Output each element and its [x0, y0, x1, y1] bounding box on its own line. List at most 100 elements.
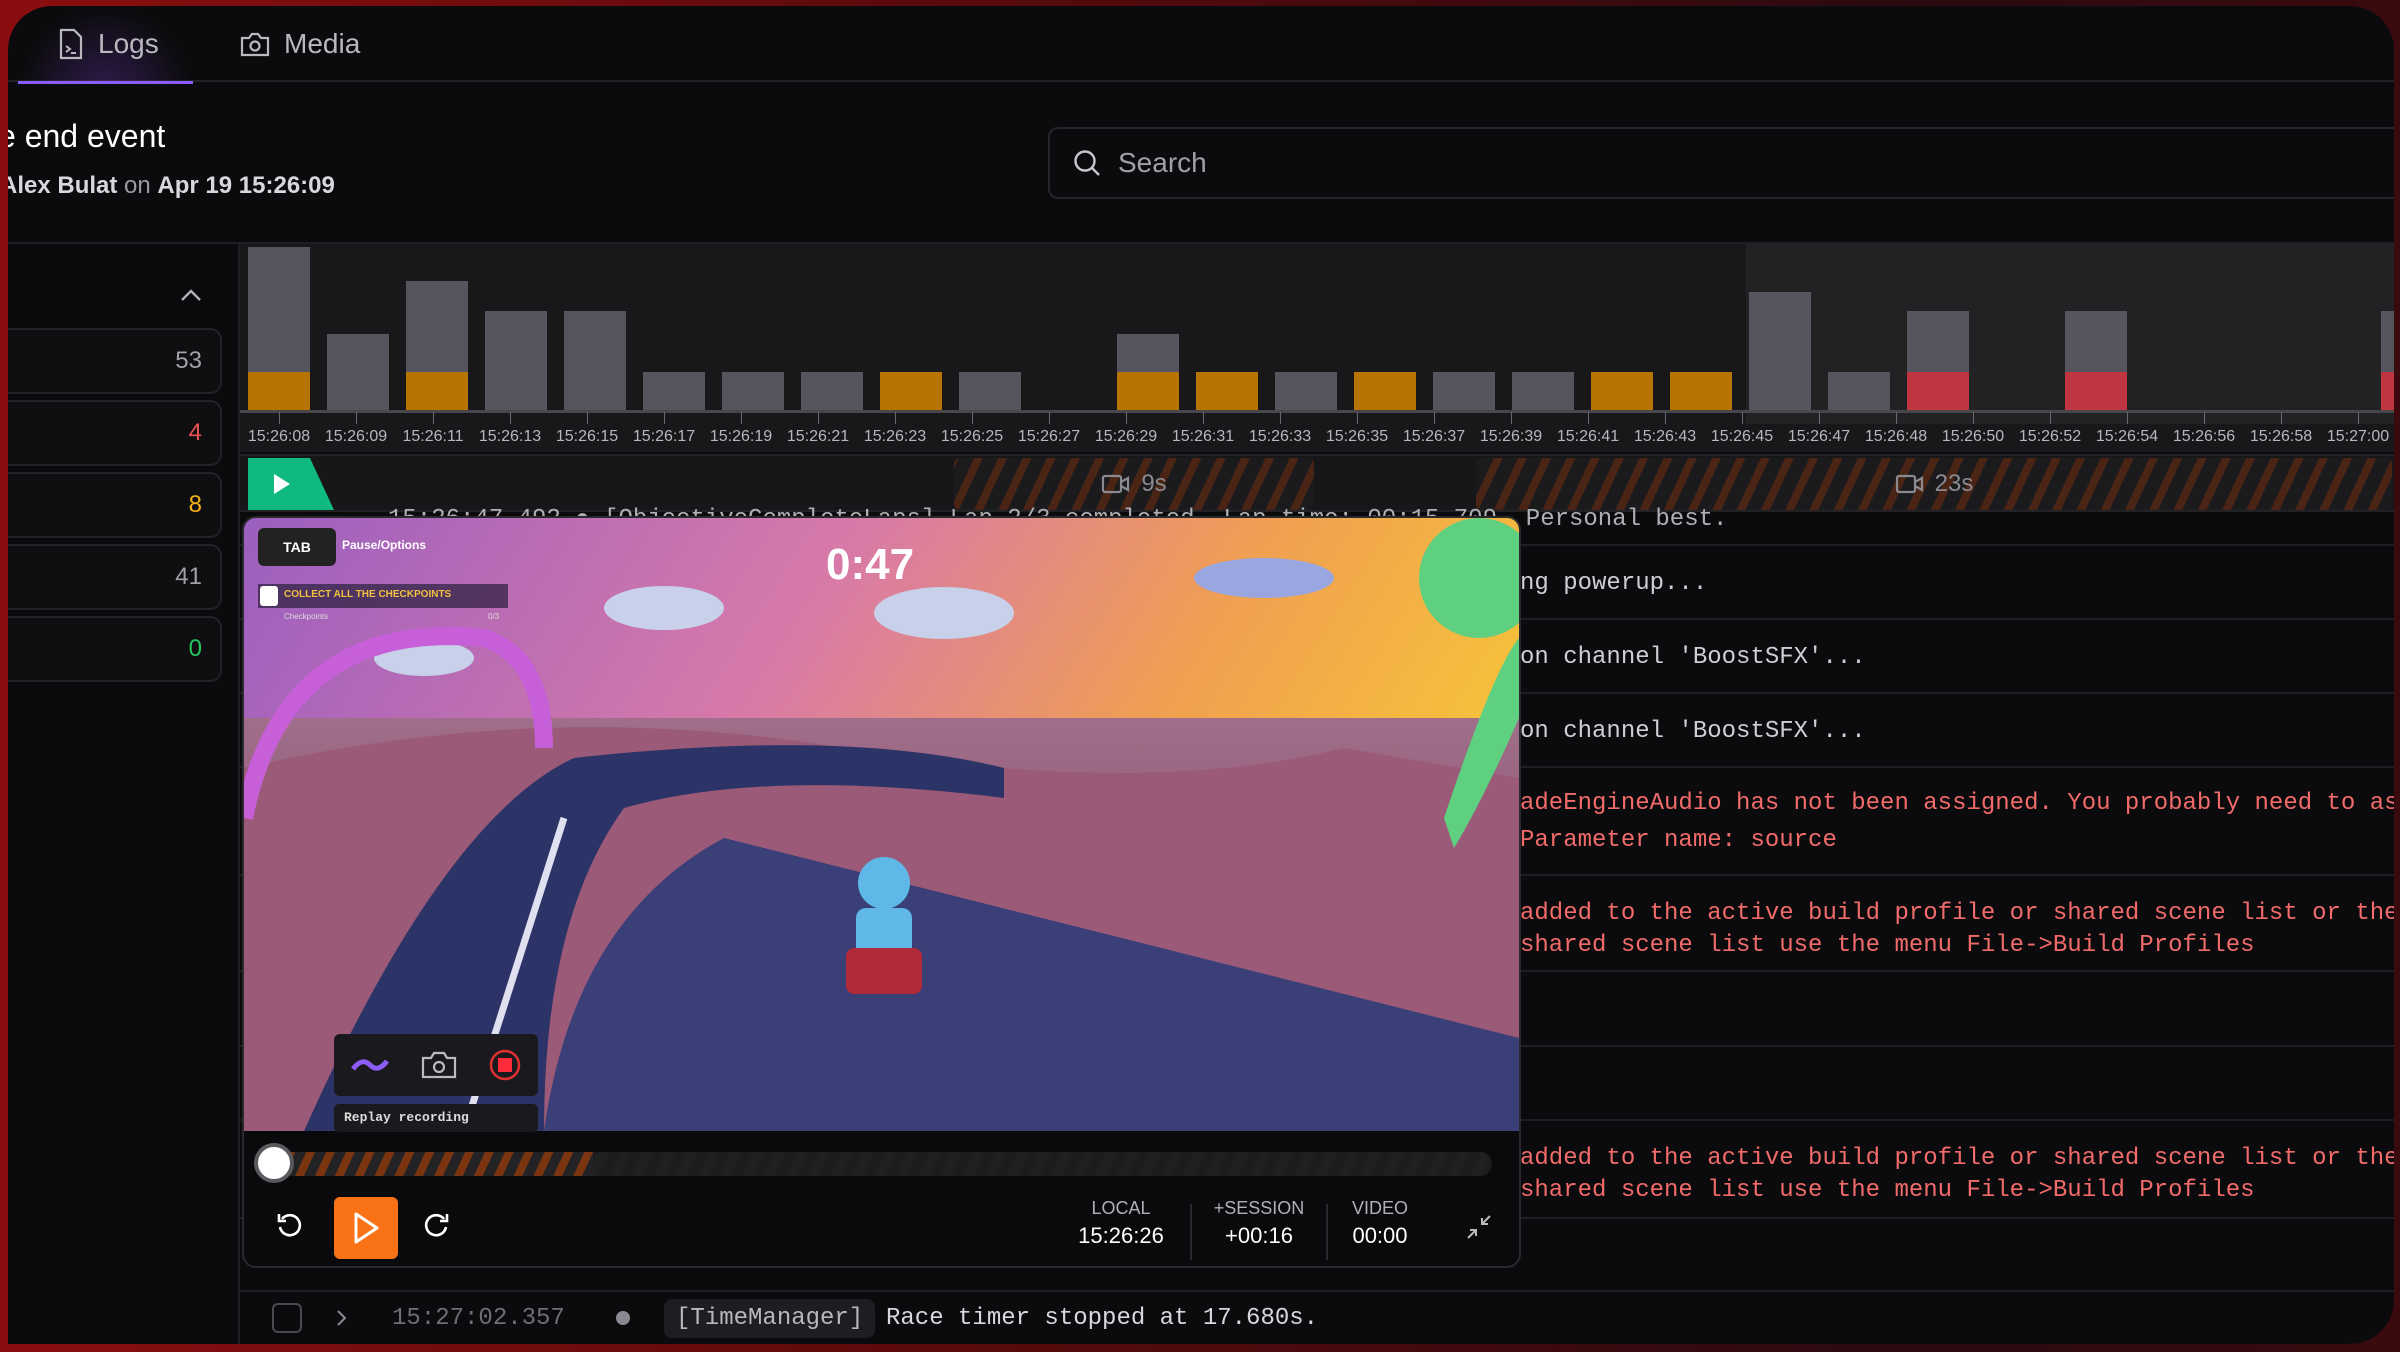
x-tick-label: 15:26:11 [402, 428, 464, 445]
histogram-bar[interactable] [801, 372, 863, 410]
level-filter-card[interactable]: 8 [8, 472, 222, 538]
wave-icon [350, 1059, 389, 1071]
histogram-bar[interactable] [1512, 372, 1574, 410]
chevron-right-icon[interactable] [336, 1309, 348, 1327]
histogram-bar[interactable] [485, 311, 547, 410]
hud-tab-hint: Pause/Options [342, 538, 427, 552]
camera-icon [240, 32, 270, 57]
log-tag: [TimeManager] [664, 1298, 876, 1338]
log-row[interactable]: 15:27:02.357 [TimeManager] Race timer st… [240, 1292, 2394, 1344]
x-tick-label: 15:26:54 [2095, 428, 2159, 445]
chevron-up-icon[interactable] [180, 288, 202, 302]
level-filter-card[interactable]: 41 [8, 544, 222, 610]
x-tick-label: 15:26:50 [1941, 428, 2005, 445]
level-count: 41 [175, 563, 202, 590]
x-tick [510, 412, 511, 424]
level-count: 0 [188, 635, 202, 662]
tab-media[interactable]: Media [240, 6, 360, 82]
histogram-bar[interactable] [1591, 372, 1653, 410]
rotate-cw-icon [424, 1213, 449, 1237]
histogram-bar[interactable] [406, 280, 468, 372]
level-filter-card[interactable]: 0 [8, 616, 222, 682]
log-histogram[interactable]: 15:26:08 15:26:09 15:26:11 15:26:13 15:26:15… [240, 244, 2394, 452]
histogram-bar[interactable] [2065, 311, 2127, 372]
stop-record-icon [490, 1049, 521, 1081]
x-tick-label: 15:26:47 [1787, 428, 1851, 445]
x-tick-label: 15:26:27 [1017, 428, 1081, 445]
search-box[interactable] [1048, 127, 2394, 199]
histogram-bar[interactable] [248, 246, 310, 372]
x-tick-label: 15:26:52 [2018, 428, 2082, 445]
divider [1326, 1204, 1328, 1260]
author: Alex Bulat [8, 172, 118, 199]
x-tick-label: 15:26:37 [1402, 428, 1466, 445]
row-checkbox[interactable] [272, 1303, 302, 1333]
collapse-button[interactable] [1464, 1212, 1494, 1242]
x-tick-label: 15:26:08 [247, 428, 311, 445]
histogram-bar[interactable] [1828, 372, 1890, 410]
search-input[interactable] [1118, 147, 2118, 179]
video-player[interactable]: TAB Pause/Options 0:47 COLLECT ALL THE C… [242, 516, 1521, 1268]
x-tick-label: 15:26:45 [1710, 428, 1774, 445]
x-tick [587, 412, 588, 424]
x-tick [1819, 412, 1820, 424]
x-tick-label: 15:26:21 [786, 428, 850, 445]
x-tick [741, 412, 742, 424]
histogram-bar[interactable] [1670, 372, 1732, 410]
rotate-ccw-icon [277, 1213, 302, 1237]
session-time: +SESSION +00:16 [1214, 1198, 1305, 1249]
histogram-bar[interactable] [722, 372, 784, 410]
histogram-bar[interactable] [1433, 372, 1495, 410]
x-tick [1126, 412, 1127, 424]
scrubber-handle[interactable] [254, 1143, 294, 1183]
divider [1190, 1204, 1192, 1260]
histogram-bar[interactable] [2381, 372, 2394, 410]
histogram-bar[interactable] [1907, 311, 1969, 372]
x-tick [1665, 412, 1666, 424]
x-tick [1434, 412, 1435, 424]
level-filter-card[interactable]: 4 [8, 400, 222, 466]
objective-sub: Checkpoints [284, 612, 329, 621]
rewind-button[interactable] [270, 1206, 310, 1246]
x-tick [2050, 412, 2051, 424]
tab-label: Media [284, 28, 361, 59]
x-tick [1511, 412, 1512, 424]
histogram-bar[interactable] [248, 372, 310, 410]
video-value: 00:00 [1352, 1223, 1408, 1248]
x-tick-label: 15:26:09 [324, 428, 388, 445]
histogram-bar[interactable] [643, 372, 705, 410]
level-filter-card[interactable]: 53 [8, 328, 222, 394]
play-button[interactable] [334, 1197, 398, 1259]
x-tick [356, 412, 357, 424]
histogram-bar[interactable] [1117, 372, 1179, 410]
histogram-bar[interactable] [2381, 311, 2394, 372]
objective-text: COLLECT ALL THE CHECKPOINTS [284, 589, 452, 600]
histogram-bar[interactable] [959, 372, 1021, 410]
objective-icon [260, 586, 278, 606]
x-tick [1973, 412, 1974, 424]
log-text-line2: shared scene list use the menu File->Bui… [1520, 932, 2255, 959]
tab-logs[interactable]: Logs [18, 6, 193, 84]
histogram-bar[interactable] [564, 311, 626, 410]
x-tick-label: 15:26:23 [863, 428, 927, 445]
histogram-bar[interactable] [327, 334, 389, 410]
histogram-bar[interactable] [1749, 292, 1811, 410]
histogram-bar[interactable] [406, 372, 468, 410]
histogram-bar[interactable] [880, 372, 942, 410]
histogram-bar[interactable] [1275, 372, 1337, 410]
event-meta: Alex Bulat on Apr 19 15:26:09 [8, 172, 335, 200]
histogram-bar[interactable] [1907, 372, 1969, 410]
log-text: adeEngineAudio has not been assigned. Yo… [1520, 790, 2394, 817]
histogram-bar[interactable] [2065, 372, 2127, 410]
x-tick [1588, 412, 1589, 424]
x-tick-label: 15:27:00 [2326, 428, 2390, 445]
x-tick-label: 15:26:39 [1479, 428, 1543, 445]
x-tick-label: 15:26:48 [1864, 428, 1928, 445]
histogram-bar[interactable] [1196, 372, 1258, 410]
x-tick-label: 15:26:41 [1556, 428, 1620, 445]
terminal-file-icon [59, 28, 83, 60]
histogram-bar[interactable] [1354, 372, 1416, 410]
forward-button[interactable] [416, 1206, 456, 1246]
histogram-bar[interactable] [1117, 334, 1179, 372]
video-scrubber[interactable] [254, 1143, 1492, 1183]
